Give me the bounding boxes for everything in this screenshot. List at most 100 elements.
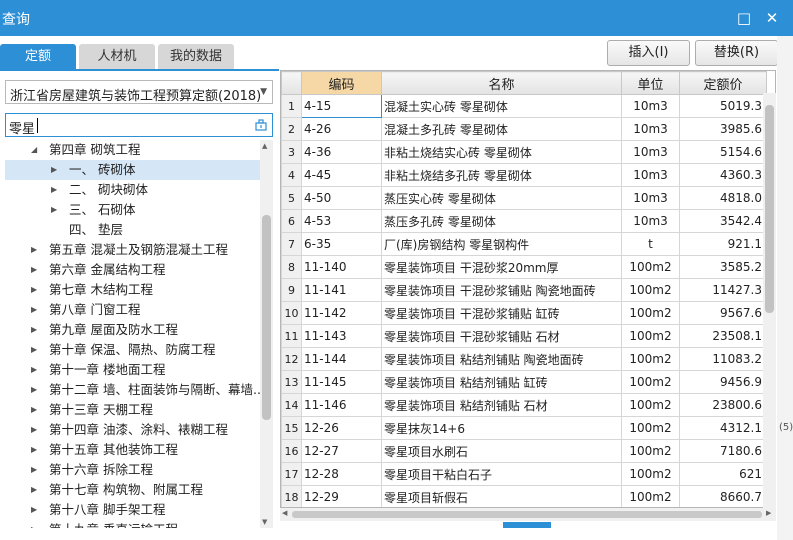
tree-item[interactable]: ▶ 第五章 混凝土及钢筋混凝土工程 [5,240,260,260]
scroll-left-icon[interactable]: ◀ [282,509,287,517]
cell-name[interactable]: 非粘土烧结实心砖 零星砌体 [381,140,622,164]
cell-price[interactable]: 7180.6 [679,439,767,463]
row-number[interactable]: 5 [281,186,302,210]
table-row[interactable]: 14 11-146 零星装饰项目 粘结剂铺贴 石材 100m2 23800.6 [281,393,767,417]
scroll-right-icon[interactable]: ▶ [766,509,771,517]
tree-item[interactable]: ▶ 三、 石砌体 [5,200,260,220]
cell-unit[interactable]: 100m2 [621,347,680,371]
table-row[interactable]: 18 12-29 零星项目斩假石 100m2 8660.7 [281,485,767,507]
tree-item[interactable]: ▶ 第十二章 墙、柱面装饰与隔断、幕墙... [5,380,260,400]
tree-item[interactable]: ▶ 第六章 金属结构工程 [5,260,260,280]
tree-item[interactable]: ▶ 第十三章 天棚工程 [5,400,260,420]
replace-button[interactable]: 替换(R) [695,40,778,66]
cell-price[interactable]: 621 [679,462,767,486]
table-row[interactable]: 5 4-50 蒸压实心砖 零星砌体 10m3 4818.0 [281,186,767,210]
cell-price[interactable]: 11083.2 [679,347,767,371]
cell-unit[interactable]: 10m3 [621,163,680,187]
tree-item[interactable]: ▶ 一、 砖砌体 [5,160,260,180]
tree-item[interactable]: ▶ 第十六章 拆除工程 [5,460,260,480]
row-number[interactable]: 4 [281,163,302,187]
table-row[interactable]: 16 12-27 零星项目水刷石 100m2 7180.6 [281,439,767,463]
table-row[interactable]: 2 4-26 混凝土多孔砖 零星砌体 10m3 3985.6 [281,117,767,141]
expand-arrow-icon[interactable]: ▶ [31,400,41,420]
cell-code[interactable]: 6-35 [301,232,382,256]
cell-price[interactable]: 3985.6 [679,117,767,141]
cell-price[interactable]: 9456.9 [679,370,767,394]
row-number[interactable]: 8 [281,255,302,279]
tab-labor-material-machine[interactable]: 人材机 [79,44,155,70]
cell-price[interactable]: 4312.1 [679,416,767,440]
cell-unit[interactable]: 10m3 [621,209,680,233]
cell-unit[interactable]: 100m2 [621,278,680,302]
cell-name[interactable]: 厂(库)房钢结构 零星钢构件 [381,232,622,256]
tree-item[interactable]: ▶ 第十七章 构筑物、附属工程 [5,480,260,500]
table-row[interactable]: 3 4-36 非粘土烧结实心砖 零星砌体 10m3 5154.6 [281,140,767,164]
clear-search-icon[interactable] [254,118,268,132]
tree-item[interactable]: ▶ 第九章 屋面及防水工程 [5,320,260,340]
grid-vertical-scrollbar[interactable] [763,93,776,508]
cell-name[interactable]: 混凝土实心砖 零星砌体 [381,94,622,118]
expand-arrow-icon[interactable]: ▶ [31,300,41,320]
table-row[interactable]: 10 11-142 零星装饰项目 干混砂浆铺贴 缸砖 100m2 9567.6 [281,301,767,325]
cell-unit[interactable]: 10m3 [621,140,680,164]
cell-name[interactable]: 零星项目水刷石 [381,439,622,463]
row-number[interactable]: 6 [281,209,302,233]
cell-unit[interactable]: 10m3 [621,186,680,210]
cell-code[interactable]: 11-143 [301,324,382,348]
expand-arrow-icon[interactable]: ▶ [31,360,41,380]
cell-price[interactable]: 5019.3 [679,94,767,118]
tree-item[interactable]: ▶ 二、 砌块砌体 [5,180,260,200]
expand-arrow-icon[interactable]: ▶ [31,460,41,480]
tree-scrollbar[interactable]: ▲ ▼ [260,140,273,528]
expand-arrow-icon[interactable]: ▶ [31,280,41,300]
expand-arrow-icon[interactable]: ▶ [51,180,61,200]
table-row[interactable]: 11 11-143 零星装饰项目 干混砂浆铺贴 石材 100m2 23508.1 [281,324,767,348]
row-number[interactable]: 13 [281,370,302,394]
cell-code[interactable]: 11-142 [301,301,382,325]
expand-arrow-icon[interactable]: ▶ [31,260,41,280]
cell-code[interactable]: 12-27 [301,439,382,463]
expand-arrow-icon[interactable]: ▶ [31,520,41,528]
table-row[interactable]: 9 11-141 零星装饰项目 干混砂浆铺贴 陶瓷地面砖 100m2 11427.3 [281,278,767,302]
cell-unit[interactable]: 100m2 [621,370,680,394]
cell-code[interactable]: 12-29 [301,485,382,507]
cell-name[interactable]: 蒸压多孔砖 零星砌体 [381,209,622,233]
cell-unit[interactable]: 100m2 [621,462,680,486]
expand-arrow-icon[interactable]: ▶ [31,320,41,340]
close-icon[interactable]: ✕ [762,8,782,28]
cell-unit[interactable]: 100m2 [621,324,680,348]
tree-item[interactable]: ▶ 第八章 门窗工程 [5,300,260,320]
cell-name[interactable]: 零星装饰项目 干混砂浆铺贴 石材 [381,324,622,348]
expand-arrow-icon[interactable]: ▶ [51,200,61,220]
cell-unit[interactable]: 100m2 [621,301,680,325]
tree-item[interactable]: ▶ 第十四章 油漆、涂料、裱糊工程 [5,420,260,440]
tree-item[interactable]: ▶ 第十章 保温、隔热、防腐工程 [5,340,260,360]
tree-item[interactable]: 四、 垫层 [5,220,260,240]
cell-name[interactable]: 零星项目干粘白石子 [381,462,622,486]
search-input[interactable]: 零星 [5,113,273,137]
row-number[interactable]: 17 [281,462,302,486]
cell-name[interactable]: 蒸压实心砖 零星砌体 [381,186,622,210]
row-number[interactable]: 15 [281,416,302,440]
cell-code[interactable]: 4-50 [301,186,382,210]
cell-code[interactable]: 11-145 [301,370,382,394]
grid-horizontal-scrollbar[interactable]: ◀ ▶ [280,508,776,521]
table-row[interactable]: 17 12-28 零星项目干粘白石子 100m2 621 [281,462,767,486]
cell-unit[interactable]: 100m2 [621,393,680,417]
expand-arrow-icon[interactable]: ▶ [31,240,41,260]
cell-unit[interactable]: t [621,232,680,256]
cell-unit[interactable]: 100m2 [621,255,680,279]
scroll-down-icon[interactable]: ▼ [262,518,267,526]
cell-unit[interactable]: 100m2 [621,439,680,463]
tree-item[interactable]: ▶ 第十一章 楼地面工程 [5,360,260,380]
cell-price[interactable]: 23800.6 [679,393,767,417]
expand-arrow-icon[interactable]: ▶ [31,420,41,440]
cell-price[interactable]: 8660.7 [679,485,767,507]
tree-item[interactable]: ▶ 第十五章 其他装饰工程 [5,440,260,460]
cell-name[interactable]: 零星项目斩假石 [381,485,622,507]
cell-code[interactable]: 4-36 [301,140,382,164]
cell-name[interactable]: 零星装饰项目 干混砂浆20mm厚 [381,255,622,279]
maximize-icon[interactable]: □ [734,8,754,28]
tree-item[interactable]: ▶ 第十九章 垂直运输工程 [5,520,260,528]
row-number[interactable]: 9 [281,278,302,302]
